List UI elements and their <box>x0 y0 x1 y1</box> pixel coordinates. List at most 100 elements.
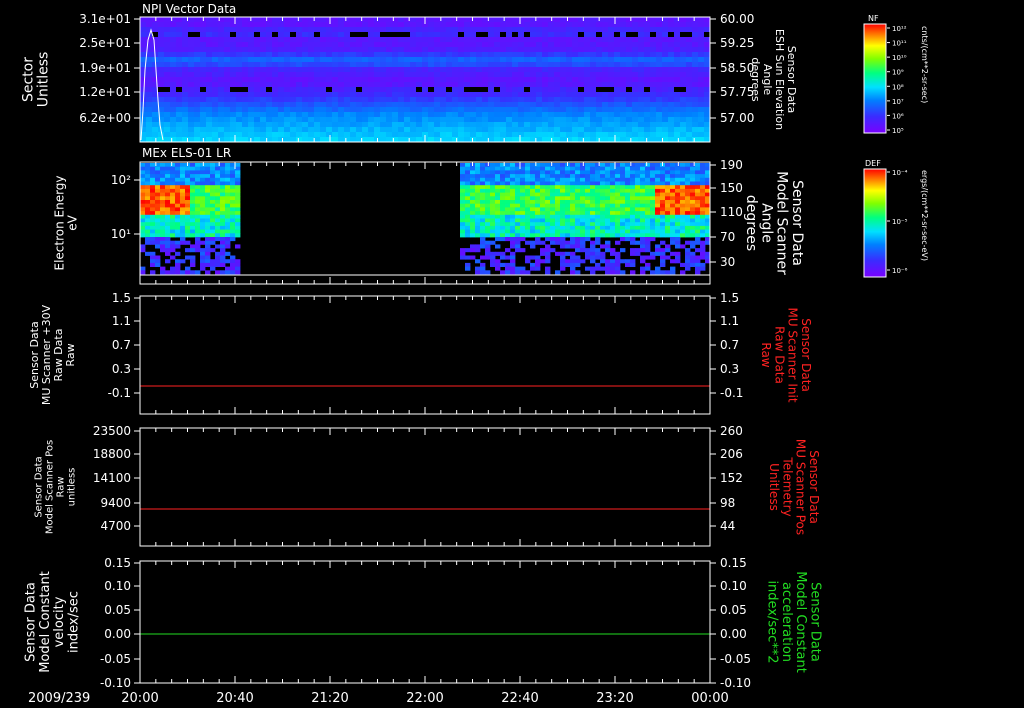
els-heat-cell <box>215 270 221 275</box>
els-heat-cell <box>635 181 641 186</box>
els-heat-cell <box>495 214 501 219</box>
els-heat-cell <box>205 240 211 245</box>
npi-heat-cell <box>206 62 213 68</box>
els-heat-cell <box>520 248 526 253</box>
npi-heat-cell <box>680 77 687 83</box>
npi-heat-cell <box>620 32 627 38</box>
els-heat-cell <box>195 270 201 275</box>
els-heat-cell <box>490 203 496 208</box>
els-heat-cell <box>215 218 221 223</box>
els-heat-cell <box>700 262 706 267</box>
npi-heat-cell <box>476 22 483 28</box>
els-heat-cell <box>640 196 646 201</box>
els-heat-cell <box>700 244 706 249</box>
els-heat-cell <box>190 200 196 205</box>
els-heat-cell <box>615 174 621 179</box>
els-heat-cell <box>525 259 531 264</box>
right-tick-label: 1.1 <box>720 314 739 328</box>
npi-heat-cell <box>206 72 213 78</box>
npi-heat-cell <box>512 122 519 128</box>
els-heat-cell <box>590 266 596 271</box>
els-heat-cell <box>585 196 591 201</box>
els-heat-cell <box>675 259 681 264</box>
els-heat-cell <box>170 196 176 201</box>
els-heat-cell <box>575 170 581 175</box>
npi-heat-cell <box>344 17 351 23</box>
npi-heat-cell <box>320 47 327 53</box>
els-heat-cell <box>640 188 646 193</box>
els-heat-cell <box>585 170 591 175</box>
npi-heat-cell <box>320 17 327 23</box>
npi-heat-cell <box>596 67 603 73</box>
els-heat-cell <box>600 229 606 234</box>
els-heat-cell <box>495 262 501 267</box>
npi-heat-cell <box>176 22 183 28</box>
npi-heat-cell <box>530 92 537 98</box>
npi-heat-cell <box>614 37 621 43</box>
els-heat-cell <box>605 163 611 168</box>
npi-heat-cell <box>284 32 291 38</box>
npi-heat-cell <box>548 117 555 123</box>
els-heat-cell <box>160 248 166 253</box>
els-heat-cell <box>190 170 196 175</box>
els-heat-cell <box>560 259 566 264</box>
els-heat-cell <box>680 163 686 168</box>
npi-heat-cell <box>164 132 171 138</box>
npi-heat-cell <box>260 72 267 78</box>
els-heat-cell <box>665 196 671 201</box>
els-heat-cell <box>230 188 236 193</box>
npi-heat-cell <box>320 62 327 68</box>
npi-heat-cell <box>512 72 519 78</box>
els-heat-cell <box>550 222 556 227</box>
npi-heat-cell <box>602 72 609 78</box>
els-heat-cell <box>600 244 606 249</box>
npi-heat-cell <box>692 102 699 108</box>
time-tick-label: 20:00 <box>121 691 158 706</box>
els-heat-cell <box>230 196 236 201</box>
npi-heat-cell <box>704 117 711 123</box>
els-heat-cell <box>205 166 211 171</box>
npi-heat-cell <box>158 122 165 128</box>
els-heat-cell <box>585 255 591 260</box>
npi-heat-cell <box>272 132 279 138</box>
els-heat-cell <box>540 218 546 223</box>
els-heat-cell <box>465 211 471 216</box>
npi-heat-cell <box>488 47 495 53</box>
els-heat-cell <box>225 188 231 193</box>
els-heat-cell <box>185 170 191 175</box>
els-heat-cell <box>160 181 166 186</box>
npi-heat-cell <box>284 37 291 43</box>
npi-heat-cell <box>296 107 303 113</box>
els-heat-cell <box>505 181 511 186</box>
els-heat-cell <box>555 166 561 171</box>
npi-heat-cell <box>692 52 699 58</box>
els-heat-cell <box>490 229 496 234</box>
npi-heat-cell <box>470 27 477 33</box>
els-heat-cell <box>600 251 606 256</box>
els-heat-cell <box>600 203 606 208</box>
npi-heat-cell <box>638 82 645 88</box>
els-heat-cell <box>200 259 206 264</box>
npi-heat-cell <box>668 107 675 113</box>
npi-heat-cell <box>674 62 681 68</box>
npi-heat-cell <box>590 72 597 78</box>
els-heat-cell <box>215 211 221 216</box>
els-heat-cell <box>675 196 681 201</box>
els-heat-cell <box>555 203 561 208</box>
npi-heat-cell <box>482 97 489 103</box>
npi-heat-cell <box>350 32 357 38</box>
els-heat-cell <box>230 270 236 275</box>
els-heat-cell <box>695 192 701 197</box>
npi-heat-cell <box>554 67 561 73</box>
npi-heat-cell <box>434 62 441 68</box>
els-heat-cell <box>565 251 571 256</box>
els-heat-cell <box>500 225 506 230</box>
npi-heat-cell <box>566 127 573 133</box>
npi-heat-cell <box>248 72 255 78</box>
npi-heat-cell <box>446 92 453 98</box>
els-heat-cell <box>500 218 506 223</box>
npi-heat-cell <box>518 42 525 48</box>
npi-heat-cell <box>548 82 555 88</box>
npi-heat-cell <box>548 47 555 53</box>
els-heat-cell <box>680 222 686 227</box>
